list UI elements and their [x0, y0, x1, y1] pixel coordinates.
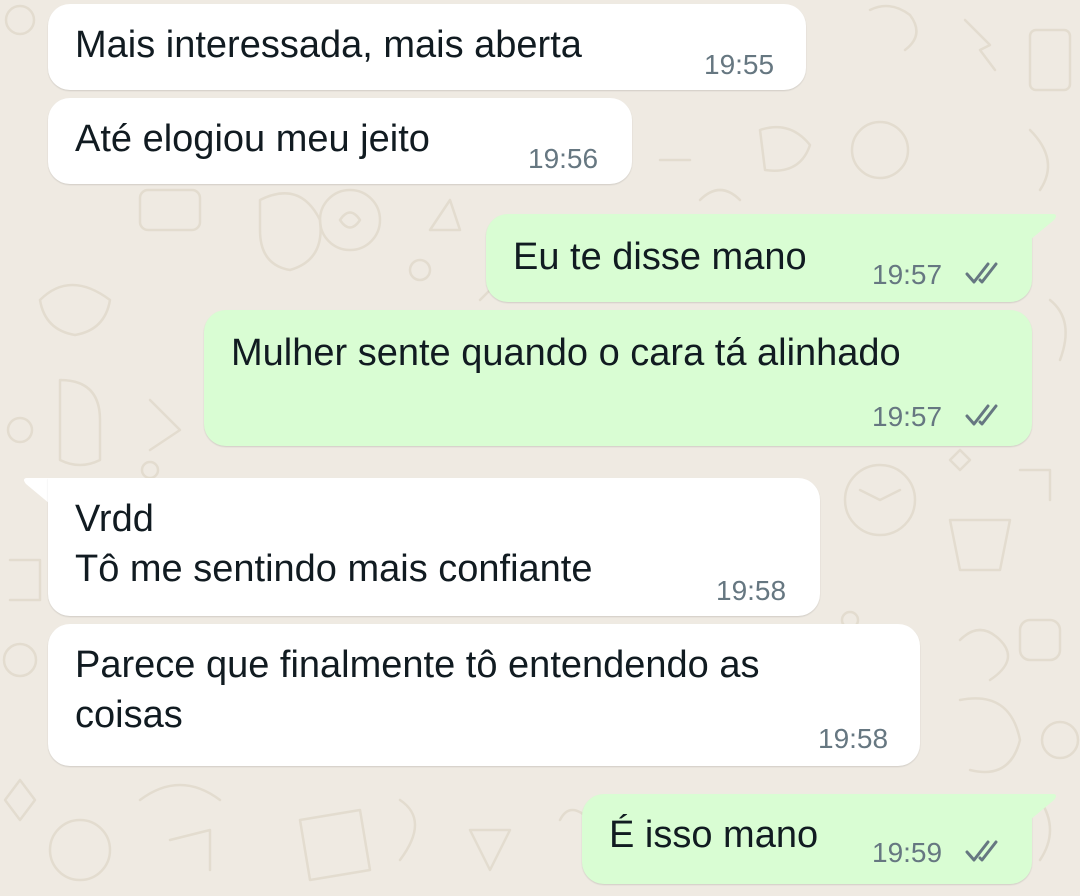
message-text-line: Tô me sentindo mais confiante — [75, 548, 593, 590]
outgoing-message-bubble[interactable]: Mulher sente quando o cara tá alinhado 1… — [204, 310, 1032, 446]
message-text-line: Parece que finalmente tô entendendo as — [75, 644, 760, 686]
double-check-icon — [965, 262, 998, 284]
message-text: Eu te disse mano — [513, 236, 807, 278]
double-check-icon — [965, 404, 998, 426]
incoming-message-bubble[interactable]: Até elogiou meu jeito 19:56 — [48, 98, 632, 184]
incoming-message-bubble[interactable]: Vrdd Tô me sentindo mais confiante 19:58 — [48, 478, 820, 616]
incoming-message-bubble[interactable]: Mais interessada, mais aberta 19:55 — [48, 4, 806, 90]
outgoing-message-bubble[interactable]: Eu te disse mano 19:57 — [486, 214, 1032, 302]
message-text: Mulher sente quando o cara tá alinhado — [231, 332, 901, 374]
message-timestamp: 19:57 — [872, 259, 943, 290]
double-check-icon — [965, 840, 998, 862]
message-timestamp: 19:58 — [716, 575, 787, 606]
message-timestamp: 19:59 — [872, 837, 943, 868]
message-timestamp: 19:55 — [704, 49, 775, 80]
message-timestamp: 19:57 — [872, 401, 943, 432]
outgoing-message-bubble[interactable]: É isso mano 19:59 — [582, 794, 1032, 884]
message-text: Até elogiou meu jeito — [75, 118, 430, 160]
message-text-line: Vrdd — [75, 498, 154, 540]
bubble-tail — [24, 478, 50, 504]
bubble-tail — [1030, 214, 1056, 240]
message-text: É isso mano — [609, 814, 819, 856]
incoming-message-bubble[interactable]: Parece que finalmente tô entendendo as c… — [48, 624, 920, 766]
message-timestamp: 19:56 — [528, 143, 599, 174]
message-text: Mais interessada, mais aberta — [75, 24, 582, 66]
message-text-line: coisas — [75, 694, 183, 736]
message-timestamp: 19:58 — [818, 723, 889, 754]
bubble-tail — [1030, 794, 1056, 820]
